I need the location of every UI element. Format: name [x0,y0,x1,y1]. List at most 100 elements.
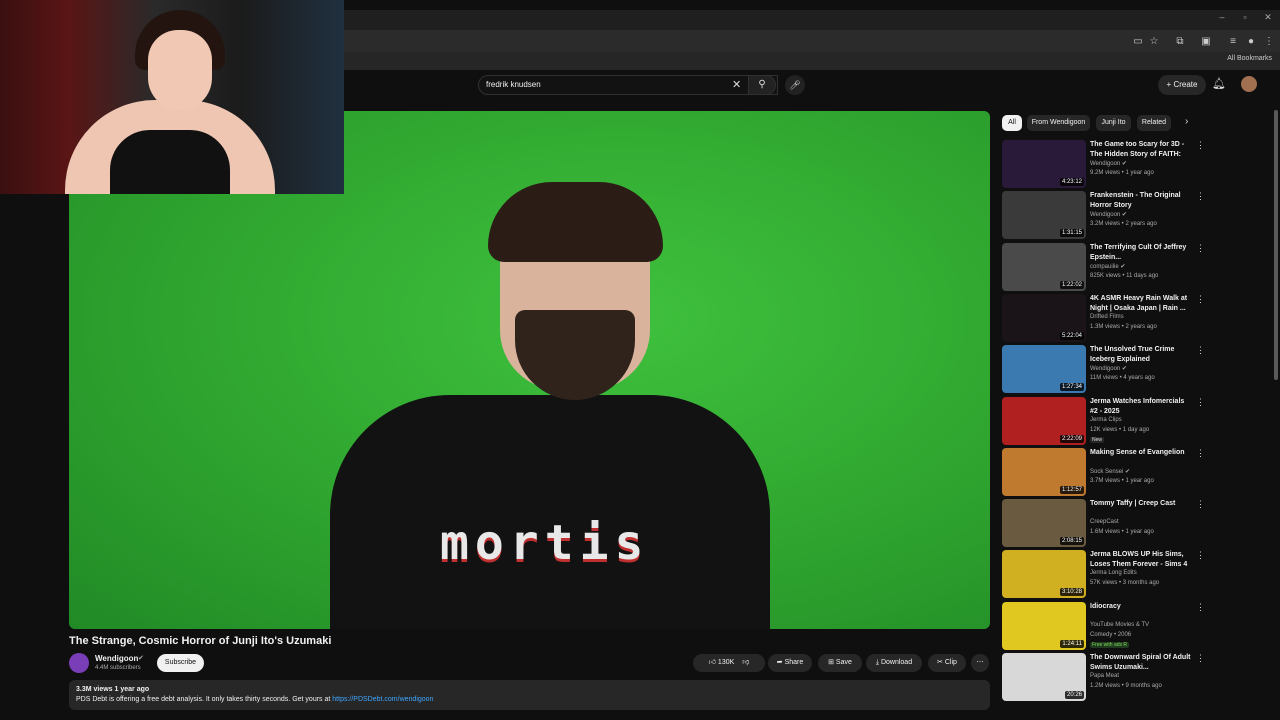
recommendation-title[interactable]: The Game too Scary for 3D - The Hidden S… [1090,140,1192,160]
recommendation-item[interactable]: 2:22:09 Jerma Watches Infomercials #2 - 2… [1002,396,1212,445]
all-bookmarks-link[interactable]: All Bookmarks [1227,55,1272,62]
recommendation-title[interactable]: Idiocracy [1090,602,1192,612]
thumbs-down-icon[interactable]: 👎︎ [742,659,749,666]
recommendation-item[interactable]: 1:22:02 The Terrifying Cult Of Jeffrey Ep… [1002,242,1212,291]
mic-icon[interactable]: 🎤︎ [785,75,805,95]
recommendation-channel[interactable]: Sock Sensei ✔ [1090,468,1130,475]
channel-name[interactable]: Wendigoon [95,654,138,663]
recommendation-channel[interactable]: CreepCast [1090,519,1119,525]
recommendation-meta: 1.3M views • 2 years ago [1090,323,1157,330]
channel-avatar[interactable] [69,653,89,673]
kebab-menu-icon[interactable]: ⋮ [1196,397,1205,408]
browser-menu-icon[interactable]: ⋮ [1262,35,1276,49]
recommendation-thumbnail[interactable]: 1:22:02 [1002,242,1086,291]
bell-icon[interactable]: 🔔︎ [1212,77,1226,90]
recommendation-thumbnail[interactable]: 1:27:34 [1002,345,1086,394]
kebab-menu-icon[interactable]: ⋮ [1196,550,1205,561]
recommendation-thumbnail[interactable]: 5:22:04 [1002,293,1086,342]
kebab-menu-icon[interactable]: ⋮ [1196,602,1205,613]
cast-icon[interactable]: ▭ [1131,35,1145,49]
recommendation-item[interactable]: 1:12:57 Making Sense of Evangelion Sock Se… [1002,447,1212,496]
recommendation-item[interactable]: 1:27:34 The Unsolved True Crime Iceberg E… [1002,345,1212,394]
recommendation-channel[interactable]: Drifted Films [1090,314,1124,320]
recommendation-channel[interactable]: Jerma Clips [1090,417,1122,423]
recommendation-channel[interactable]: Wendigoon ✔ [1090,365,1127,372]
media-icon[interactable]: ≡ [1226,35,1240,49]
recommendation-channel[interactable]: Papa Meat [1090,673,1119,679]
bookmark-star-icon[interactable]: ☆ [1147,35,1161,49]
recommendation-title[interactable]: 4K ASMR Heavy Rain Walk at Night | Osaka… [1090,294,1192,314]
recommendation-channel[interactable]: Jerma Long Edits [1090,570,1137,576]
create-button[interactable]: + Create [1158,75,1206,95]
recommendation-title[interactable]: Tommy Taffy | Creep Cast [1090,499,1192,509]
recommendation-item[interactable]: 3:10:28 Jerma BLOWS UP His Sims, Loses Th… [1002,550,1212,599]
recommendation-item[interactable]: 20:26 The Downward Spiral Of Adult Swims … [1002,653,1212,701]
recommendation-title[interactable]: Jerma Watches Infomercials #2 - 2025 [1090,397,1192,417]
recommendation-title[interactable]: Frankenstein - The Original Horror Story [1090,191,1192,211]
kebab-menu-icon[interactable]: ⋮ [1196,294,1205,305]
create-label: Create [1173,80,1198,89]
save-button[interactable]: ⊞ Save [818,654,862,672]
share-button[interactable]: ➦ Share [768,654,812,672]
clip-button[interactable]: ✂ Clip [928,654,966,672]
chip-from-wendigoon[interactable]: From Wendigoon [1027,115,1090,131]
recommendation-thumbnail[interactable]: 4:23:12 [1002,140,1086,188]
video-duration: 1:27:34 [1059,383,1084,392]
minimize-icon[interactable]: – [1212,12,1232,22]
recommendation-channel[interactable]: Wendigoon ✔ [1090,211,1127,218]
recommendation-item[interactable]: 1:31:15 Frankenstein - The Original Horro… [1002,191,1212,240]
recommendation-title[interactable]: Jerma BLOWS UP His Sims, Loses Them Fore… [1090,550,1192,570]
kebab-menu-icon[interactable]: ⋮ [1196,140,1205,151]
recommendation-thumbnail[interactable]: 20:26 [1002,653,1086,701]
description-body: PDS Debt is offering a free debt analysi… [76,696,333,703]
description-link[interactable]: https://PDSDebt.com/wendigoon [332,696,433,703]
kebab-menu-icon[interactable]: ⋮ [1196,345,1205,356]
chip-junji-ito[interactable]: Junji Ito [1096,115,1131,131]
recommendation-thumbnail[interactable]: 2:22:09 [1002,396,1086,445]
video-title: The Strange, Cosmic Horror of Junji Ito'… [69,635,332,647]
extensions-icon[interactable]: ⧉ [1173,35,1187,49]
recommendation-title[interactable]: The Downward Spiral Of Adult Swims Uzuma… [1090,653,1192,673]
sidepanel-icon[interactable]: ▣ [1199,35,1213,49]
scrollbar[interactable] [1274,110,1278,380]
recommendation-item[interactable]: 5:22:04 4K ASMR Heavy Rain Walk at Night … [1002,293,1212,342]
close-window-icon[interactable]: ✕ [1258,12,1278,23]
recommendation-thumbnail[interactable]: 2:08:15 [1002,499,1086,548]
chevron-right-icon[interactable]: › [1185,116,1188,127]
avatar[interactable] [1241,76,1257,92]
recommendation-thumbnail[interactable]: 1:12:57 [1002,447,1086,496]
kebab-menu-icon[interactable]: ⋮ [1196,243,1205,254]
chip-related[interactable]: Related [1137,115,1171,131]
subscribe-button[interactable]: Subscribe [157,654,204,672]
kebab-menu-icon[interactable]: ⋮ [1196,499,1205,510]
recommendation-channel[interactable]: Wendigoon ✔ [1090,160,1127,167]
chip-all[interactable]: All [1002,115,1022,131]
download-button[interactable]: ⤓ Download [866,654,922,672]
description-box[interactable] [69,680,990,710]
kebab-menu-icon[interactable]: ⋮ [1196,191,1205,202]
kebab-menu-icon[interactable]: ⋮ [1196,653,1205,664]
recommendation-item[interactable]: 1:24:11 Idiocracy YouTube Movies & TV Comed… [1002,601,1212,650]
clear-search-icon[interactable]: ✕ [732,78,741,91]
new-badge: New [1090,436,1105,443]
subscriber-count: 4.4M subscribers [95,665,141,671]
recommendation-item[interactable]: 2:08:15 Tommy Taffy | Creep Cast CreepCast… [1002,499,1212,548]
recommendation-thumbnail[interactable]: 3:10:28 [1002,550,1086,599]
search-icon[interactable]: ⚲ [756,79,768,91]
recommendation-item[interactable]: 4:23:12 The Game too Scary for 3D - The H… [1002,140,1212,188]
search-query[interactable]: fredrik knudsen [486,80,541,89]
recommendation-title[interactable]: The Terrifying Cult Of Jeffrey Epstein..… [1090,243,1192,263]
recommendation-thumbnail[interactable]: 1:31:15 [1002,191,1086,240]
profile-icon[interactable]: ● [1244,35,1258,49]
recommendation-title[interactable]: The Unsolved True Crime Iceberg Explaine… [1090,345,1192,365]
description-text: PDS Debt is offering a free debt analysi… [76,696,433,703]
save-icon: ⊞ [828,659,834,666]
recommendation-title[interactable]: Making Sense of Evangelion [1090,448,1192,458]
kebab-menu-icon[interactable]: ⋮ [1196,448,1205,459]
recommendation-channel[interactable]: YouTube Movies & TV [1090,622,1149,628]
maximize-icon[interactable]: ▫ [1235,12,1255,22]
recommendation-thumbnail[interactable]: 1:24:11 [1002,601,1086,650]
more-actions-icon[interactable]: ⋯ [971,654,989,672]
recommendation-channel[interactable]: compauilie ✔ [1090,263,1125,270]
like-button[interactable]: 👍︎ 130K 👎︎ [693,654,765,672]
